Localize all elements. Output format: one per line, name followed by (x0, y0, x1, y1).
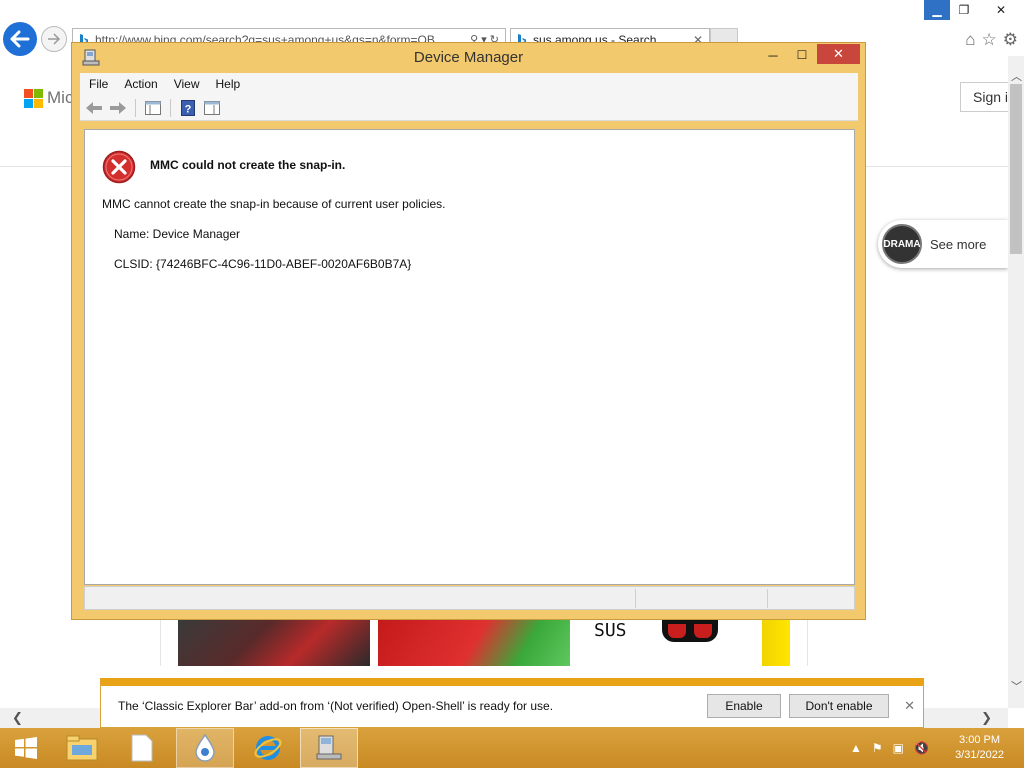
vertical-scrollbar[interactable]: ︿ ﹀ (1008, 56, 1024, 708)
toolbar-separator (135, 98, 136, 117)
dont-enable-button[interactable]: Don't enable (789, 694, 889, 718)
document-icon (131, 734, 153, 762)
error-heading: MMC could not create the snap-in. (150, 158, 346, 172)
result-thumbnail[interactable] (762, 620, 790, 666)
forward-arrow-icon (48, 33, 61, 45)
menu-file[interactable]: File (89, 77, 108, 91)
scroll-down-icon[interactable]: ﹀ (1011, 678, 1022, 694)
forward-arrow-icon (110, 101, 126, 114)
taskbar: ▲ ⚑ ▣ 🔇 3:00 PM 3/31/2022 (0, 728, 1024, 768)
result-thumbnail[interactable] (378, 620, 570, 666)
microsoft-logo[interactable]: Mic (24, 88, 73, 108)
notification-bar: The ‘Classic Explorer Bar’ add-on from ‘… (100, 678, 924, 728)
ie-command-icons: ⌂ ☆ ⚙ (965, 30, 1018, 50)
see-more-label: See more (930, 236, 987, 252)
clock-time: 3:00 PM (959, 734, 1001, 746)
close-button[interactable]: ✕ (817, 44, 860, 64)
ie-minimize-button[interactable]: ▁ (924, 0, 950, 20)
result-thumbnail[interactable]: SUS (578, 620, 754, 666)
scroll-thumb[interactable] (1010, 84, 1022, 254)
scroll-left-icon[interactable]: ❮ (12, 710, 23, 726)
scroll-up-icon[interactable]: ︿ (1011, 68, 1022, 84)
microsoft-logo-icon (24, 88, 43, 108)
show-hidden-icons-icon[interactable]: ▲ (850, 741, 862, 755)
menu-action[interactable]: Action (124, 77, 157, 91)
menu-view[interactable]: View (174, 77, 200, 91)
action-center-flag-icon[interactable]: ⚑ (872, 741, 883, 755)
help-icon: ? (181, 99, 195, 116)
action-pane-icon (204, 100, 220, 115)
maximize-button[interactable]: ☐ (788, 45, 816, 65)
menu-bar: File Action View Help (80, 73, 858, 95)
console-tree-icon (145, 100, 161, 115)
windows-logo-icon (15, 737, 37, 759)
error-message: MMC cannot create the snap-in because of… (102, 197, 446, 211)
status-bar-separator (635, 589, 636, 608)
toolbar: ? (80, 95, 858, 121)
thumbnail-text: SUS (594, 620, 627, 641)
droplet-icon (195, 734, 215, 762)
ie-close-button[interactable]: ✕ (978, 0, 1024, 20)
status-bar-separator (767, 589, 768, 608)
sign-in-button[interactable]: Sign i (960, 82, 1008, 112)
forward-button[interactable] (41, 26, 67, 52)
show-hide-action-pane-button[interactable] (202, 98, 222, 118)
back-arrow-icon (10, 30, 30, 48)
toolbar-forward-button[interactable] (108, 98, 128, 118)
show-hide-console-tree-button[interactable] (143, 98, 163, 118)
back-arrow-icon (86, 101, 102, 114)
drama-avatar: DRAMA (882, 224, 922, 264)
droplet-app-button[interactable] (176, 728, 234, 768)
menu-help[interactable]: Help (216, 77, 241, 91)
brand-text: Mic (47, 88, 74, 107)
scroll-right-icon[interactable]: ❯ (981, 710, 992, 726)
snap-in-error-pane: MMC could not create the snap-in. MMC ca… (84, 129, 855, 585)
status-bar (84, 586, 855, 610)
clock[interactable]: 3:00 PM 3/31/2022 (955, 733, 1004, 763)
mmc-computer-icon (316, 735, 342, 760)
settings-gear-icon[interactable]: ⚙ (1003, 30, 1018, 50)
device-manager-window: Device Manager ─ ☐ ✕ File Action View He… (71, 42, 866, 620)
internet-explorer-icon (254, 736, 282, 760)
ie-restore-button[interactable]: ❐ (950, 0, 978, 20)
error-name-line: Name: Device Manager (114, 227, 241, 241)
device-manager-taskbar-button[interactable] (300, 728, 358, 768)
enable-button[interactable]: Enable (707, 694, 781, 718)
result-thumbnail[interactable] (178, 620, 370, 666)
file-explorer-button[interactable] (56, 728, 108, 768)
see-more-card[interactable]: DRAMA See more (878, 220, 1008, 268)
system-tray: ▲ ⚑ ▣ 🔇 (850, 728, 929, 768)
home-icon[interactable]: ⌂ (965, 30, 975, 50)
clock-date: 3/31/2022 (955, 749, 1004, 761)
volume-muted-icon[interactable]: 🔇 (914, 741, 929, 755)
window-controls: ▁ ❐ ✕ (924, 0, 1024, 20)
svg-text:?: ? (185, 103, 192, 115)
network-icon[interactable]: ▣ (893, 741, 904, 755)
notification-close-icon[interactable]: ✕ (904, 698, 915, 714)
favorites-star-icon[interactable]: ☆ (982, 30, 997, 50)
folder-icon (66, 735, 98, 761)
minimize-button[interactable]: ─ (759, 45, 787, 65)
toolbar-back-button[interactable] (84, 98, 104, 118)
start-button[interactable] (4, 728, 48, 768)
back-button[interactable] (3, 22, 37, 56)
error-clsid-line: CLSID: {74246BFC-4C96-11D0-ABEF-0020AF6B… (114, 257, 412, 271)
window-title: Device Manager (413, 49, 524, 66)
crewmate-image (662, 620, 718, 642)
help-button[interactable]: ? (178, 98, 198, 118)
internet-explorer-button[interactable] (240, 728, 296, 768)
document-button[interactable] (116, 728, 168, 768)
toolbar-separator (170, 98, 171, 117)
window-titlebar[interactable]: Device Manager ─ ☐ ✕ (72, 43, 865, 73)
error-icon (102, 150, 136, 184)
notification-message: The ‘Classic Explorer Bar’ add-on from ‘… (118, 699, 554, 713)
